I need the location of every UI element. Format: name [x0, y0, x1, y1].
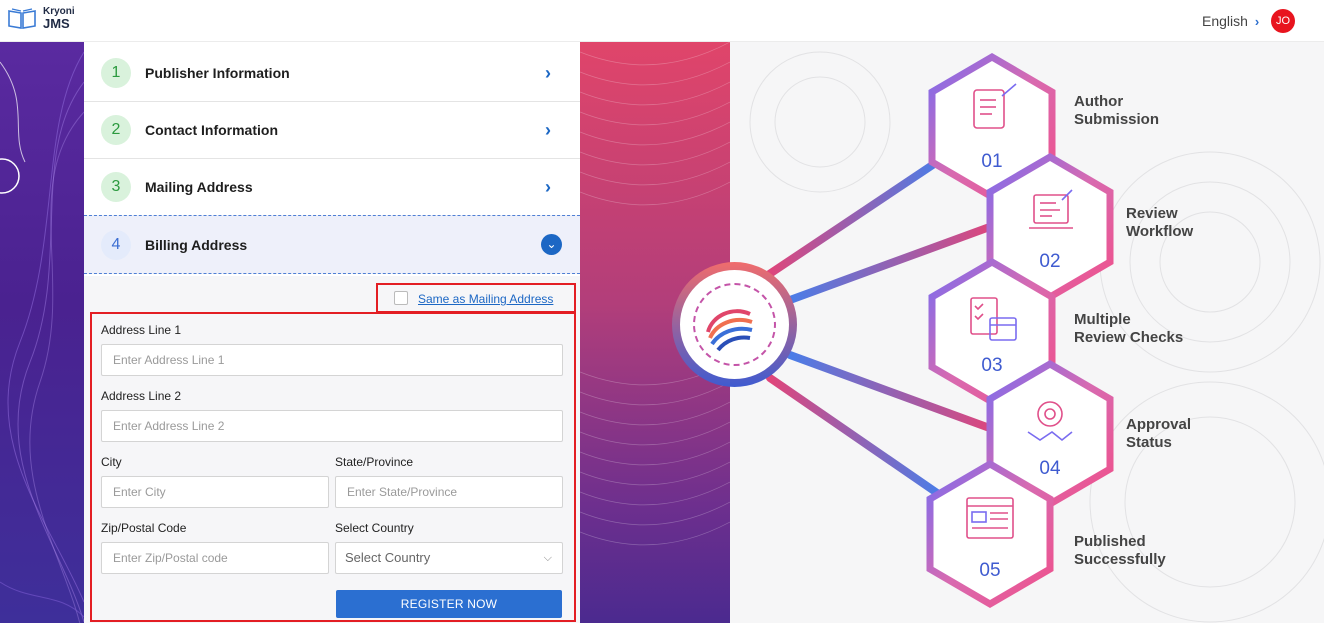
workflow-label-line1: Multiple — [1074, 311, 1131, 328]
workflow-label-line2: Workflow — [1126, 223, 1194, 240]
workflow-label-line1: Author — [1074, 93, 1124, 110]
state-input[interactable] — [335, 476, 563, 508]
zip-input[interactable] — [101, 542, 329, 574]
zip-label: Zip/Postal Code — [101, 521, 187, 535]
workflow-label-line1: Published — [1074, 533, 1146, 550]
step-number-02: 02 — [1039, 251, 1061, 272]
step-label: Billing Address — [145, 236, 248, 253]
step-number-badge: 2 — [101, 115, 131, 145]
workflow-label-line1: Approval — [1126, 416, 1192, 433]
workflow-label-approval: Approval Status — [1126, 416, 1191, 452]
step-label: Publisher Information — [145, 65, 290, 81]
workflow-label-author: Author Submission — [1074, 93, 1159, 129]
hexagon-05 — [926, 459, 1054, 609]
same-as-mailing-link[interactable]: Same as Mailing Address — [418, 292, 553, 306]
step-number-03: 03 — [981, 355, 1003, 376]
state-label: State/Province — [335, 455, 414, 469]
step-billing-address[interactable]: 4 Billing Address ⌄ — [84, 215, 580, 274]
globe-logo-icon — [706, 309, 753, 352]
step-number-05: 05 — [979, 560, 1001, 581]
chevron-right-icon: › — [545, 62, 551, 83]
step-contact-information[interactable]: 2 Contact Information › — [84, 102, 580, 159]
step-number-01: 01 — [981, 151, 1003, 172]
address2-input[interactable] — [101, 410, 563, 442]
workflow-label-line2: Review Checks — [1074, 329, 1184, 346]
step-number-badge: 1 — [101, 58, 131, 88]
city-input[interactable] — [101, 476, 329, 508]
chevron-right-icon: › — [545, 119, 551, 140]
country-select-value: Select Country — [345, 550, 431, 565]
city-label: City — [101, 455, 122, 469]
country-select[interactable]: Select Country ⌵ — [335, 542, 563, 574]
step-label: Mailing Address — [145, 179, 253, 195]
same-as-mailing-highlight: Same as Mailing Address — [376, 283, 576, 313]
chevron-right-icon: › — [545, 176, 551, 197]
step-label: Contact Information — [145, 122, 278, 138]
chevron-down-icon: ⌵ — [543, 552, 552, 564]
same-as-mailing-checkbox[interactable] — [394, 291, 408, 305]
country-label: Select Country — [335, 521, 414, 535]
step-number-badge: 4 — [101, 229, 131, 260]
workflow-label-line2: Successfully — [1074, 551, 1166, 568]
address2-label: Address Line 2 — [101, 389, 182, 403]
address1-label: Address Line 1 — [101, 323, 182, 337]
workflow-label-line2: Submission — [1074, 111, 1160, 128]
workflow-label-published: Published Successfully — [1074, 533, 1166, 569]
registration-card: 1 Publisher Information › 2 Contact Info… — [84, 45, 580, 623]
workflow-label-multiple: Multiple Review Checks — [1074, 311, 1183, 347]
chevron-down-icon[interactable]: ⌄ — [541, 234, 562, 255]
billing-address-form: Same as Mailing Address Address Line 1 A… — [84, 276, 580, 623]
workflow-label-review: Review Workflow — [1126, 205, 1193, 241]
register-now-button[interactable]: REGISTER NOW — [336, 590, 562, 618]
workflow-label-line2: Status — [1126, 434, 1172, 451]
workflow-label-line1: Review — [1126, 205, 1178, 222]
billing-fields-highlight: Address Line 1 Address Line 2 City State… — [90, 312, 576, 622]
address1-input[interactable] — [101, 344, 563, 376]
step-publisher-information[interactable]: 1 Publisher Information › — [84, 45, 580, 102]
step-mailing-address[interactable]: 3 Mailing Address › — [84, 159, 580, 216]
step-number-04: 04 — [1039, 458, 1061, 479]
step-number-badge: 3 — [101, 172, 131, 202]
